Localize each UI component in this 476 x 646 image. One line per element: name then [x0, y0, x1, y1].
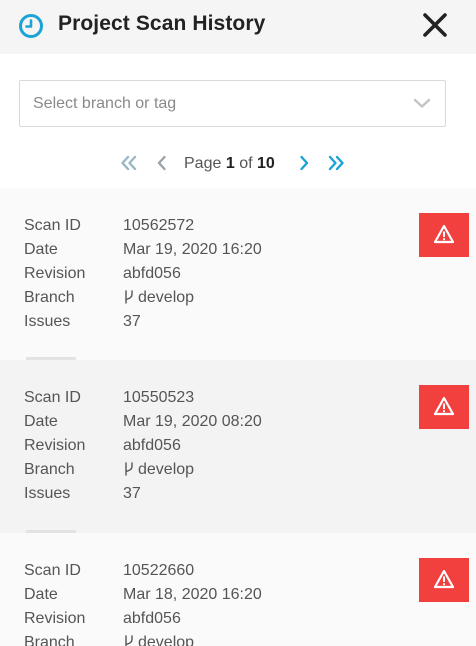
- page-title: Project Scan History: [58, 12, 266, 35]
- issues-row: Issues 37: [24, 313, 384, 333]
- scan-id-row: Scan ID 10550523: [24, 389, 384, 409]
- branch-label: Branch: [24, 289, 75, 306]
- panel-header: Project Scan History: [0, 0, 476, 54]
- chevron-down-icon: [413, 98, 431, 108]
- first-page-icon[interactable]: [119, 153, 139, 173]
- date-row: Date Mar 19, 2020 08:20: [24, 413, 384, 433]
- issues-label: Issues: [24, 313, 71, 330]
- warning-icon: [433, 224, 455, 244]
- branch-tag-select[interactable]: Select branch or tag: [19, 80, 446, 127]
- revision-label: Revision: [24, 265, 86, 282]
- current-page: 1: [225, 155, 235, 172]
- scan-id-value: 10522660: [123, 562, 195, 579]
- date-value: Mar 18, 2020 16:20: [123, 586, 262, 603]
- pagination: Page 1 of 10: [0, 150, 476, 180]
- date-value: Mar 19, 2020 16:20: [123, 241, 262, 258]
- page-indicator: Page 1 of 10: [184, 155, 275, 173]
- git-branch-icon: [125, 462, 133, 476]
- scan-id-label: Scan ID: [24, 562, 81, 579]
- branch-value-wrap: develop: [123, 461, 194, 479]
- branch-select-placeholder: Select branch or tag: [33, 95, 177, 112]
- date-label: Date: [24, 241, 58, 258]
- scan-id-row: Scan ID 10522660: [24, 562, 384, 582]
- branch-value: develop: [138, 634, 195, 646]
- branch-value: develop: [138, 289, 195, 306]
- revision-row: Revision abfd056: [24, 437, 384, 457]
- warning-status-button[interactable]: [419, 385, 469, 429]
- scan-id-label: Scan ID: [24, 217, 81, 234]
- scan-id-label: Scan ID: [24, 389, 81, 406]
- git-branch-icon: [125, 635, 133, 646]
- branch-label: Branch: [24, 634, 75, 646]
- issues-value: 37: [123, 485, 141, 502]
- branch-row: Branch develop: [24, 461, 384, 481]
- date-label: Date: [24, 586, 58, 603]
- scan-item[interactable]: Scan ID 10562572 Date Mar 19, 2020 16:20…: [0, 188, 476, 360]
- page-word: Page: [184, 155, 222, 172]
- revision-value: abfd056: [123, 610, 181, 627]
- warning-status-button[interactable]: [419, 558, 469, 602]
- git-branch-icon: [125, 290, 133, 304]
- date-row: Date Mar 19, 2020 16:20: [24, 241, 384, 261]
- scan-id-value: 10550523: [123, 389, 195, 406]
- branch-value: develop: [138, 461, 195, 478]
- branch-value-wrap: develop: [123, 289, 194, 307]
- scan-id-row: Scan ID 10562572: [24, 217, 384, 237]
- date-row: Date Mar 18, 2020 16:20: [24, 586, 384, 606]
- close-icon[interactable]: [420, 10, 450, 40]
- branch-value-wrap: develop: [123, 634, 194, 646]
- branch-row: Branch develop: [24, 634, 384, 646]
- issues-row: Issues 37: [24, 485, 384, 505]
- warning-icon: [433, 569, 455, 589]
- date-value: Mar 19, 2020 08:20: [123, 413, 262, 430]
- next-page-icon[interactable]: [294, 153, 314, 173]
- filter-panel: Select branch or tag Page 1 of 10: [0, 54, 476, 188]
- issues-label: Issues: [24, 485, 71, 502]
- scan-item[interactable]: Scan ID 10550523 Date Mar 19, 2020 08:20…: [0, 360, 476, 533]
- branch-label: Branch: [24, 461, 75, 478]
- warning-status-button[interactable]: [419, 213, 469, 257]
- revision-label: Revision: [24, 610, 86, 627]
- revision-row: Revision abfd056: [24, 610, 384, 630]
- revision-value: abfd056: [123, 265, 181, 282]
- issues-value: 37: [123, 313, 141, 330]
- scan-item[interactable]: Scan ID 10522660 Date Mar 18, 2020 16:20…: [0, 533, 476, 646]
- total-pages: 10: [256, 155, 275, 172]
- revision-value: abfd056: [123, 437, 181, 454]
- date-label: Date: [24, 413, 58, 430]
- last-page-icon[interactable]: [326, 153, 346, 173]
- warning-icon: [433, 396, 455, 416]
- revision-row: Revision abfd056: [24, 265, 384, 285]
- of-word: of: [239, 155, 253, 172]
- branch-row: Branch develop: [24, 289, 384, 309]
- clock-icon: [19, 14, 43, 38]
- scan-id-value: 10562572: [123, 217, 195, 234]
- prev-page-icon[interactable]: [152, 153, 172, 173]
- revision-label: Revision: [24, 437, 86, 454]
